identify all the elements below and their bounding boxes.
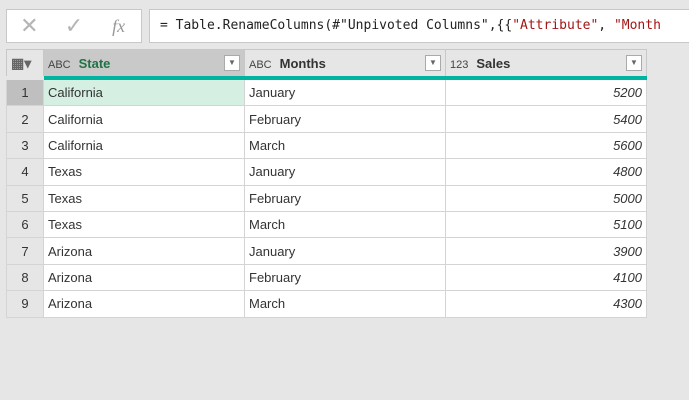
formula-input[interactable]: = Table.RenameColumns(#"Unpivoted Column… xyxy=(149,9,689,43)
cell-months[interactable]: March xyxy=(244,290,446,318)
cell-state[interactable]: Arizona xyxy=(43,263,245,292)
table-row[interactable]: 1 California January 5200 xyxy=(6,77,647,107)
cell-sales[interactable]: 4100 xyxy=(445,263,647,292)
column-header-sales[interactable]: 123 Sales ▼ xyxy=(445,49,647,80)
row-number[interactable]: 3 xyxy=(6,131,44,160)
cell-months[interactable]: January xyxy=(244,158,446,186)
filter-dropdown-icon[interactable]: ▼ xyxy=(626,55,642,71)
row-number[interactable]: 7 xyxy=(6,237,44,265)
table-row[interactable]: 8 Arizona February 4100 xyxy=(6,263,647,292)
cell-state[interactable]: California xyxy=(43,105,245,133)
cell-state[interactable]: Texas xyxy=(43,184,245,212)
table-row[interactable]: 2 California February 5400 xyxy=(6,105,647,133)
cell-sales[interactable]: 4300 xyxy=(445,290,647,318)
column-label: Sales xyxy=(476,55,511,71)
cell-months[interactable]: January xyxy=(244,77,446,107)
row-number[interactable]: 5 xyxy=(6,184,44,212)
cell-state[interactable]: Texas xyxy=(43,210,245,239)
text-type-icon[interactable]: ABC xyxy=(249,59,272,71)
column-label: Months xyxy=(279,55,326,71)
cell-months[interactable]: February xyxy=(244,184,446,212)
table-menu-button[interactable]: ▦▾ xyxy=(6,49,44,80)
table-row[interactable]: 9 Arizona March 4300 xyxy=(6,290,647,318)
cell-sales[interactable]: 4800 xyxy=(445,158,647,186)
table-row[interactable]: 6 Texas March 5100 xyxy=(6,210,647,239)
cell-sales[interactable]: 5000 xyxy=(445,184,647,212)
formula-string: "Attribute" xyxy=(512,18,599,33)
cell-sales[interactable]: 5100 xyxy=(445,210,647,239)
row-number[interactable]: 8 xyxy=(6,263,44,292)
cell-months[interactable]: March xyxy=(244,210,446,239)
cell-months[interactable]: February xyxy=(244,105,446,133)
cell-sales[interactable]: 5200 xyxy=(445,77,647,107)
table-icon: ▦▾ xyxy=(11,54,32,71)
row-number[interactable]: 6 xyxy=(6,210,44,239)
formula-text: , xyxy=(598,18,614,33)
table-row[interactable]: 4 Texas January 4800 xyxy=(6,158,647,186)
table-row[interactable]: 3 California March 5600 xyxy=(6,131,647,160)
cell-sales[interactable]: 3900 xyxy=(445,237,647,265)
row-number[interactable]: 1 xyxy=(6,77,44,107)
filter-dropdown-icon[interactable]: ▼ xyxy=(425,55,441,71)
table-row[interactable]: 5 Texas February 5000 xyxy=(6,184,647,212)
cell-months[interactable]: February xyxy=(244,263,446,292)
confirm-icon[interactable]: ✓ xyxy=(52,13,97,39)
cell-state[interactable]: Texas xyxy=(43,158,245,186)
row-number[interactable]: 4 xyxy=(6,158,44,186)
fx-icon[interactable]: fx xyxy=(96,16,141,37)
cell-state[interactable]: Arizona xyxy=(43,290,245,318)
text-type-icon[interactable]: ABC xyxy=(48,59,71,71)
cell-sales[interactable]: 5400 xyxy=(445,105,647,133)
data-table: ▦▾ ABC State ▼ ABC Months ▼ 123 Sales ▼ 1 Calif… xyxy=(6,49,647,318)
number-type-icon[interactable]: 123 xyxy=(450,59,468,71)
cell-state[interactable]: California xyxy=(43,77,245,107)
table-row[interactable]: 7 Arizona January 3900 xyxy=(6,237,647,265)
cell-state[interactable]: California xyxy=(43,131,245,160)
formula-text: = Table.RenameColumns(#"Unpivoted Column… xyxy=(160,18,513,33)
column-header-state[interactable]: ABC State ▼ xyxy=(43,49,245,80)
cell-state[interactable]: Arizona xyxy=(43,237,245,265)
filter-dropdown-icon[interactable]: ▼ xyxy=(224,55,240,71)
formula-string: "Month xyxy=(613,18,661,33)
column-label: State xyxy=(78,55,111,71)
formula-bar-buttons: ✕ ✓ fx xyxy=(6,9,142,43)
cell-months[interactable]: March xyxy=(244,131,446,160)
cell-months[interactable]: January xyxy=(244,237,446,265)
column-header-months[interactable]: ABC Months ▼ xyxy=(244,49,446,80)
row-number[interactable]: 9 xyxy=(6,290,44,318)
cell-sales[interactable]: 5600 xyxy=(445,131,647,160)
row-number[interactable]: 2 xyxy=(6,105,44,133)
cancel-icon[interactable]: ✕ xyxy=(7,13,52,39)
